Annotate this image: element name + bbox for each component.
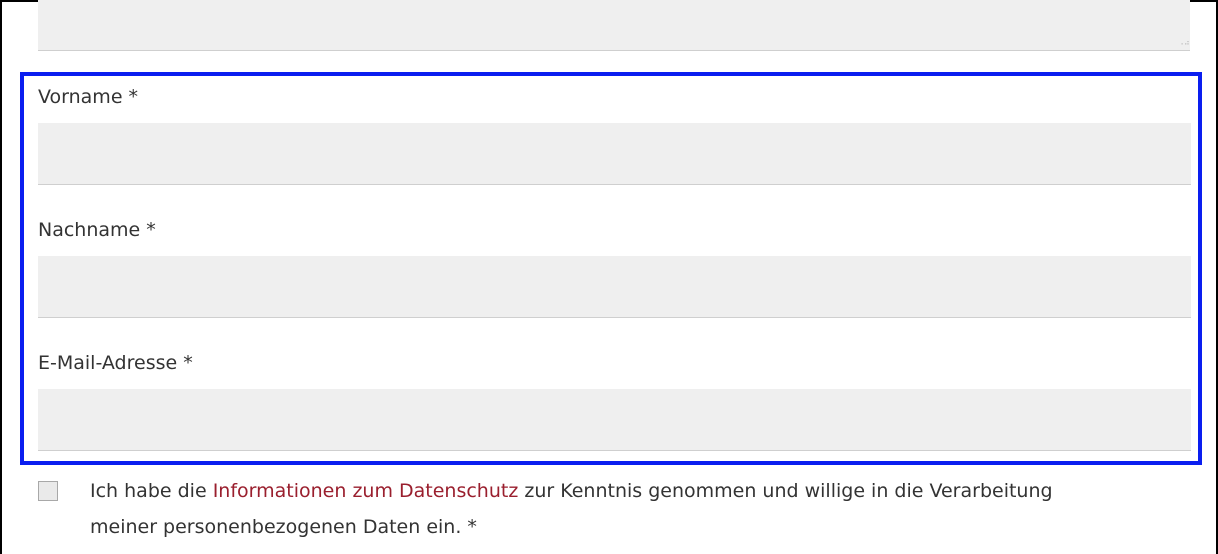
email-label: E-Mail-Adresse * <box>38 352 193 374</box>
privacy-consent-text: Ich habe die Informationen zum Datenschu… <box>90 473 1090 545</box>
resize-grip-icon[interactable]: ⠠⠴ <box>1178 39 1190 47</box>
first-name-label: Vorname * <box>38 86 139 108</box>
consent-text-before: Ich habe die <box>90 480 213 502</box>
last-name-label: Nachname * <box>38 219 156 241</box>
message-textarea[interactable]: ⠠⠴ <box>38 0 1190 51</box>
first-name-input[interactable] <box>38 123 1191 185</box>
email-input[interactable] <box>38 389 1191 451</box>
last-name-input[interactable] <box>38 256 1191 318</box>
privacy-consent-checkbox[interactable] <box>38 481 58 501</box>
privacy-info-link[interactable]: Informationen zum Datenschutz <box>213 480 519 502</box>
